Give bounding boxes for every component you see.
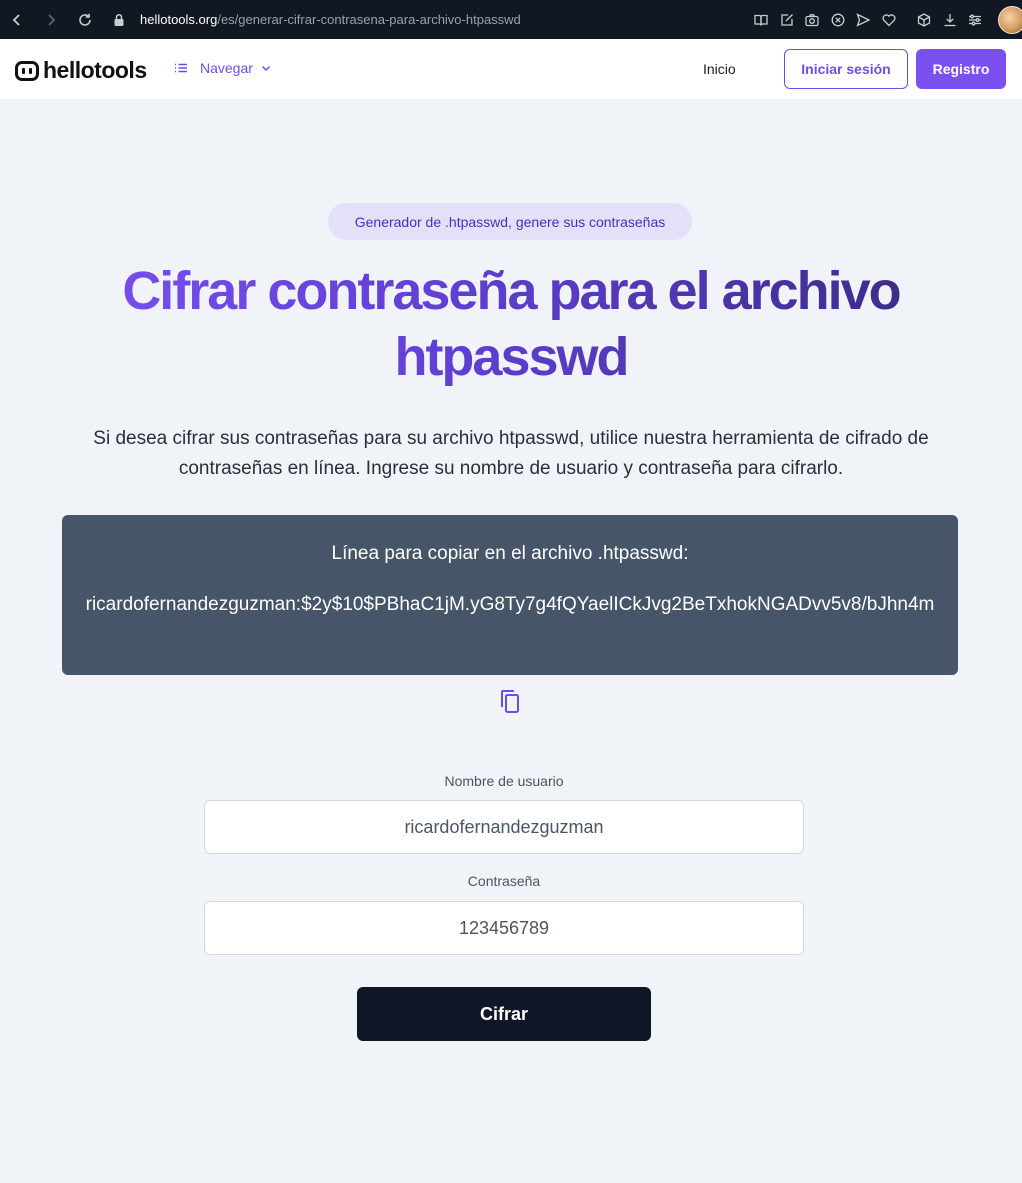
url-path: /es/generar-cifrar-contrasena-para-archi…	[217, 12, 521, 27]
browser-toolbar: hellotools.org/es/generar-cifrar-contras…	[0, 0, 1022, 39]
extension-icons	[749, 0, 989, 39]
result-box: Línea para copiar en el archivo .htpassw…	[62, 515, 958, 675]
login-button[interactable]: Iniciar sesión	[784, 49, 908, 89]
cube-icon[interactable]	[912, 0, 938, 39]
page-title: Cifrar contraseña para el archivo htpass…	[60, 258, 962, 390]
profile-avatar[interactable]	[998, 6, 1022, 34]
reader-icon[interactable]	[749, 0, 775, 39]
forward-button[interactable]	[34, 0, 68, 39]
tool-badge: Generador de .htpasswd, genere sus contr…	[328, 203, 692, 240]
settings-icon[interactable]	[963, 0, 989, 39]
url-host: hellotools.org	[140, 12, 218, 27]
send-icon[interactable]	[851, 0, 877, 39]
heart-icon[interactable]	[876, 0, 902, 39]
register-button[interactable]: Registro	[916, 49, 1006, 89]
result-label: Línea para copiar en el archivo .htpassw…	[331, 543, 689, 564]
site-logo[interactable]: hellotools	[15, 57, 147, 84]
download-icon[interactable]	[937, 0, 963, 39]
site-header: hellotools Navegar Inicio Iniciar sesión…	[0, 39, 1022, 99]
navigate-label: Navegar	[200, 60, 253, 76]
home-link[interactable]: Inicio	[703, 61, 736, 77]
password-input[interactable]	[204, 901, 804, 955]
chevron-left-icon	[12, 13, 20, 26]
address-bar[interactable]: hellotools.org/es/generar-cifrar-contras…	[112, 0, 521, 39]
intro-text: Si desea cifrar sus contraseñas para su …	[93, 428, 929, 479]
copy-icon[interactable]	[498, 689, 522, 715]
reload-button[interactable]	[68, 0, 102, 39]
navigate-menu[interactable]: Navegar	[174, 60, 272, 76]
back-button[interactable]	[0, 0, 34, 39]
chevron-right-icon	[48, 13, 56, 26]
username-input[interactable]	[204, 800, 804, 854]
username-label: Nombre de usuario	[444, 773, 564, 789]
logo-text: hellotools	[43, 57, 147, 83]
logo-mark-icon	[15, 60, 39, 81]
reload-icon	[79, 13, 91, 26]
block-icon[interactable]	[825, 0, 851, 39]
chevron-down-icon	[260, 62, 272, 74]
encrypt-button[interactable]: Cifrar	[357, 987, 651, 1041]
list-icon	[174, 61, 188, 75]
password-label: Contraseña	[467, 873, 541, 889]
lock-icon	[112, 13, 126, 27]
htpasswd-line: ricardofernandezguzman:$2y$10$PBhaC1jM.y…	[85, 594, 935, 615]
edit-icon[interactable]	[774, 0, 800, 39]
url-text: hellotools.org/es/generar-cifrar-contras…	[140, 12, 521, 27]
camera-icon[interactable]	[800, 0, 826, 39]
